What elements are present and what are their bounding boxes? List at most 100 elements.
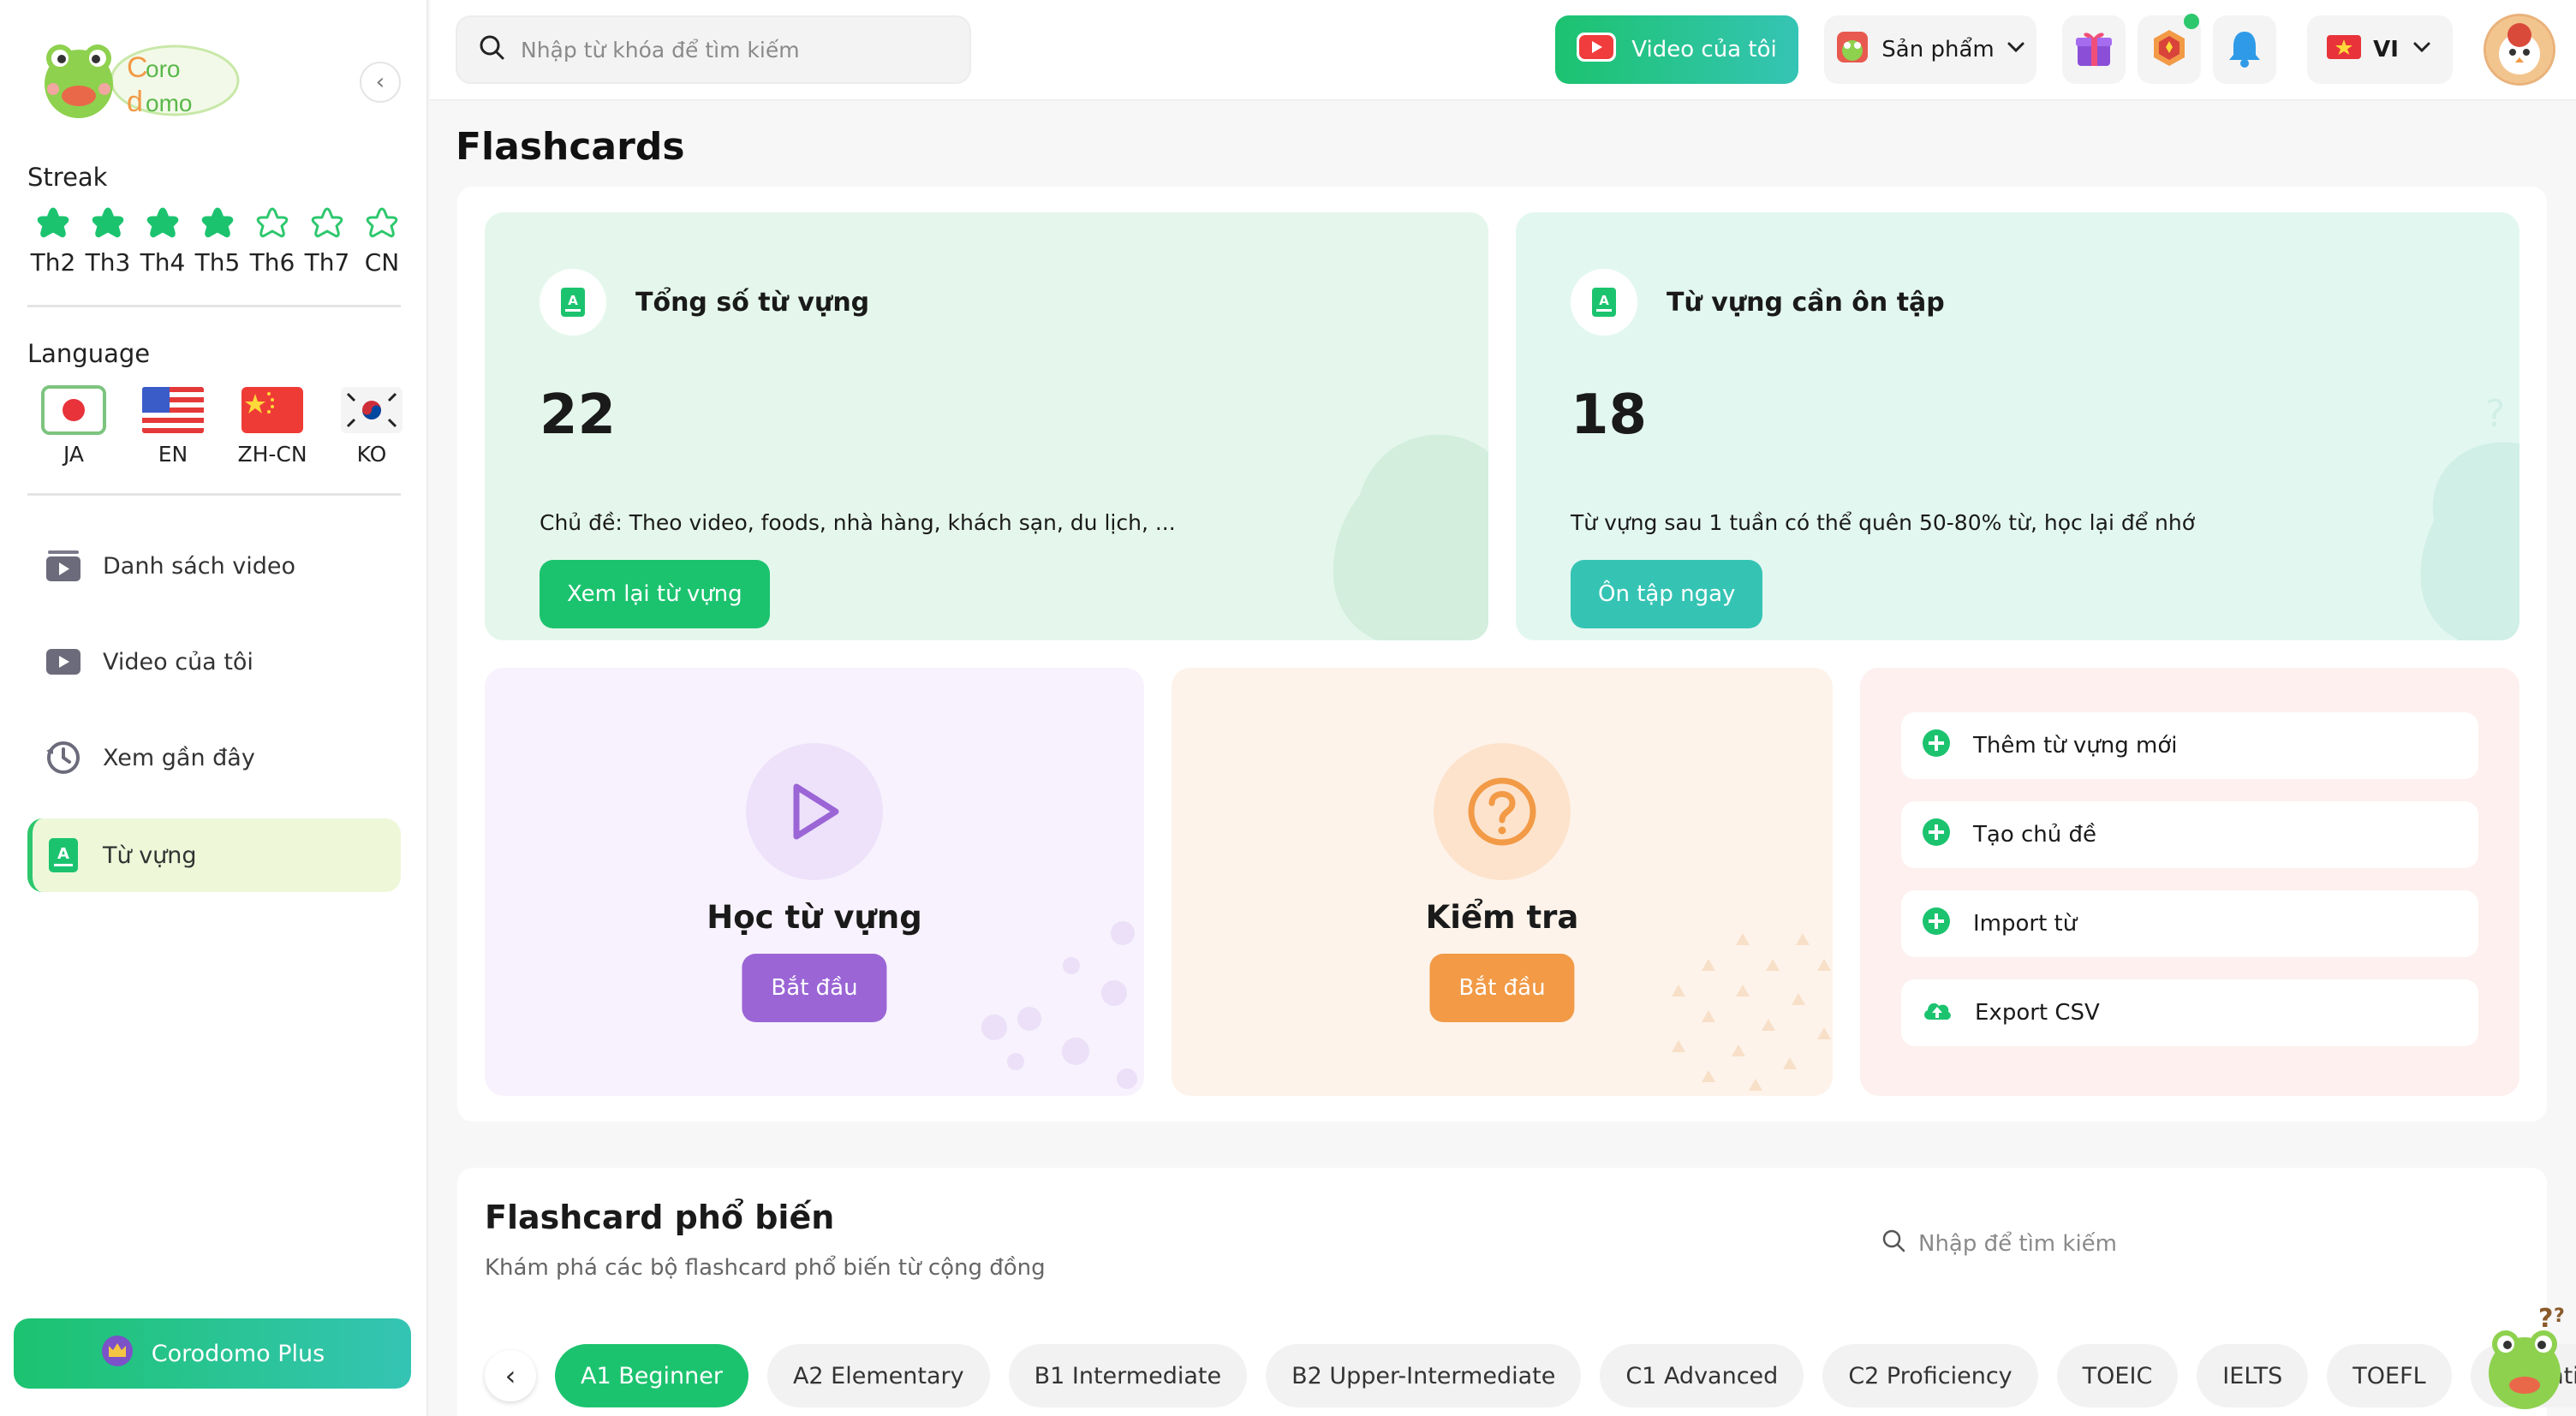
corodomo-logo[interactable]: C d oro omo — [34, 36, 240, 122]
streak-day-label: Th3 — [85, 248, 131, 277]
star-filled-icon — [144, 205, 182, 243]
hexagon-coin-icon — [2148, 27, 2191, 73]
bell-icon — [2226, 27, 2263, 72]
star-filled-icon — [199, 205, 236, 243]
action-title: Học từ vựng — [707, 899, 922, 936]
nav-item-video-list[interactable]: Danh sách video — [27, 529, 401, 603]
streak-days: Th2 Th3 Th4 Th5 Th6 Th7 CN — [26, 205, 409, 277]
review-now-button[interactable]: Ôn tập ngay — [1571, 560, 1763, 628]
review-vocabulary-button[interactable]: Xem lại từ vựng — [540, 560, 770, 628]
video-icon — [45, 643, 82, 681]
vocabulary-icon: A — [1571, 269, 1637, 336]
streak-day-label: Th6 — [249, 248, 295, 277]
level-filter-chips: ‹ A1 Beginner A2 Elementary B1 Intermediat… — [485, 1344, 2576, 1407]
start-quiz-button[interactable]: Bắt đầu — [1429, 954, 1575, 1022]
star-filled-icon — [89, 205, 127, 243]
nav-label: Video của tôi — [103, 648, 253, 675]
import-words-button[interactable]: Import từ — [1901, 890, 2478, 957]
popular-search-input[interactable]: Nhập để tìm kiếm — [1881, 1228, 2117, 1259]
level-chip[interactable]: IELTS — [2197, 1344, 2309, 1407]
level-chip[interactable]: TOEIC — [2056, 1344, 2179, 1407]
level-chip[interactable]: TOEFL — [2327, 1344, 2452, 1407]
svg-text:?: ? — [2485, 392, 2505, 436]
divider — [27, 305, 401, 307]
coin-button[interactable] — [2138, 14, 2201, 84]
plus-circle-icon — [1922, 818, 1951, 853]
level-chip[interactable]: A1 Beginner — [555, 1344, 748, 1407]
language-option-zh[interactable]: ZH-CN — [223, 385, 322, 467]
decorative-triangles — [1672, 933, 1831, 1091]
streak-day-label: Th7 — [304, 248, 350, 277]
svg-text:C: C — [127, 51, 148, 84]
vocabulary-icon: A — [45, 836, 82, 874]
stat-description: Từ vựng sau 1 tuần có thể quên 50-80% từ… — [1571, 510, 2196, 535]
interface-language-dropdown[interactable]: VI — [2307, 15, 2453, 84]
corodomo-plus-button[interactable]: Corodomo Plus — [14, 1318, 411, 1389]
export-csv-button[interactable]: Export CSV — [1901, 979, 2478, 1046]
star-filled-icon — [34, 205, 72, 243]
sidebar: C d oro omo ‹ Streak Th2 Th3 Th4 Th5 Th6 Th7 C… — [0, 0, 428, 1416]
language-option-ko[interactable]: KO — [322, 385, 421, 467]
streak-day: Th3 — [80, 205, 135, 277]
my-video-button[interactable]: Video của tôi — [1555, 15, 1798, 84]
usa-flag-icon — [140, 385, 206, 435]
svg-text:?: ? — [2538, 1305, 2553, 1334]
language-option-ja[interactable]: JA — [24, 385, 123, 467]
stat-number: 18 — [1571, 384, 1648, 447]
quick-actions-card: Thêm từ vựng mới Tạo chủ đề Import từ Ex… — [1860, 668, 2519, 1096]
nav-item-vocabulary[interactable]: A Từ vựng — [27, 818, 401, 892]
popular-flashcards-section: Flashcard phổ biến Khám phá các bộ flash… — [457, 1168, 2576, 1416]
divider — [27, 493, 401, 496]
notifications-button[interactable] — [2213, 15, 2276, 84]
streak-day-label: CN — [364, 248, 400, 277]
level-chip[interactable]: B2 Upper-Intermediate — [1266, 1344, 1582, 1407]
decorative-dots — [981, 921, 1137, 1089]
chevron-down-icon — [2411, 36, 2433, 64]
chevron-left-icon[interactable]: ‹ — [485, 1350, 536, 1401]
stat-description: Chủ đề: Theo video, foods, nhà hàng, khá… — [540, 510, 1176, 535]
svg-text:A: A — [1599, 293, 1609, 308]
search-placeholder: Nhập từ khóa để tìm kiếm — [521, 37, 800, 62]
plus-circle-icon — [1922, 907, 1951, 942]
stat-title: Tổng số từ vựng — [635, 288, 870, 318]
notification-dot — [2184, 14, 2199, 29]
china-flag-icon — [240, 385, 305, 435]
question-icon — [1434, 743, 1571, 880]
language-option-en[interactable]: EN — [123, 385, 223, 467]
nav-label: Danh sách video — [103, 552, 296, 580]
vocabulary-icon: A — [540, 269, 606, 336]
nav-item-my-video[interactable]: Video của tôi — [27, 625, 401, 699]
nav-item-recent[interactable]: Xem gần đây — [27, 721, 401, 794]
mascot-helper[interactable]: ? ? — [2475, 1304, 2569, 1413]
topbar: Nhập từ khóa để tìm kiếm Video của tôi S… — [430, 0, 2576, 101]
chevron-down-icon — [2005, 36, 2027, 64]
level-chip[interactable]: B1 Intermediate — [1008, 1344, 1248, 1407]
nav-label: Xem gần đây — [103, 744, 255, 771]
logo-text-2: omo — [146, 90, 192, 116]
streak-day-label: Th2 — [30, 248, 76, 277]
logo-text-1: oro — [146, 56, 180, 82]
quiz-card: Kiểm tra Bắt đầu — [1172, 668, 1833, 1096]
level-chip[interactable]: A2 Elementary — [766, 1344, 990, 1407]
streak-day: Th4 — [135, 205, 190, 277]
streak-day-label: Th4 — [140, 248, 186, 277]
add-vocabulary-button[interactable]: Thêm từ vựng mới — [1901, 712, 2478, 779]
cloud-upload-icon — [1922, 997, 1953, 1029]
play-icon — [746, 743, 883, 880]
level-chip[interactable]: C2 Proficiency — [1822, 1344, 2038, 1407]
collapse-sidebar-button[interactable]: ‹ — [360, 62, 401, 103]
search-input[interactable]: Nhập từ khóa để tìm kiếm — [456, 15, 971, 84]
create-topic-button[interactable]: Tạo chủ đề — [1901, 801, 2478, 868]
gift-button[interactable] — [2062, 15, 2126, 84]
page-title: Flashcards — [456, 125, 685, 169]
product-dropdown[interactable]: Sản phẩm — [1824, 15, 2036, 84]
stat-title: Từ vựng cần ôn tập — [1667, 288, 1945, 318]
level-chip[interactable]: C1 Advanced — [1600, 1344, 1804, 1407]
start-learning-button[interactable]: Bắt đầu — [742, 954, 887, 1022]
decorative-blob: ? — [2420, 392, 2519, 640]
svg-text:A: A — [57, 845, 69, 863]
search-icon — [478, 33, 505, 66]
total-vocabulary-card: A Tổng số từ vựng 22 Chủ đề: Theo video,… — [485, 212, 1488, 640]
user-avatar[interactable] — [2484, 14, 2555, 86]
flashcards-panel: A Tổng số từ vựng 22 Chủ đề: Theo video,… — [457, 187, 2547, 1121]
